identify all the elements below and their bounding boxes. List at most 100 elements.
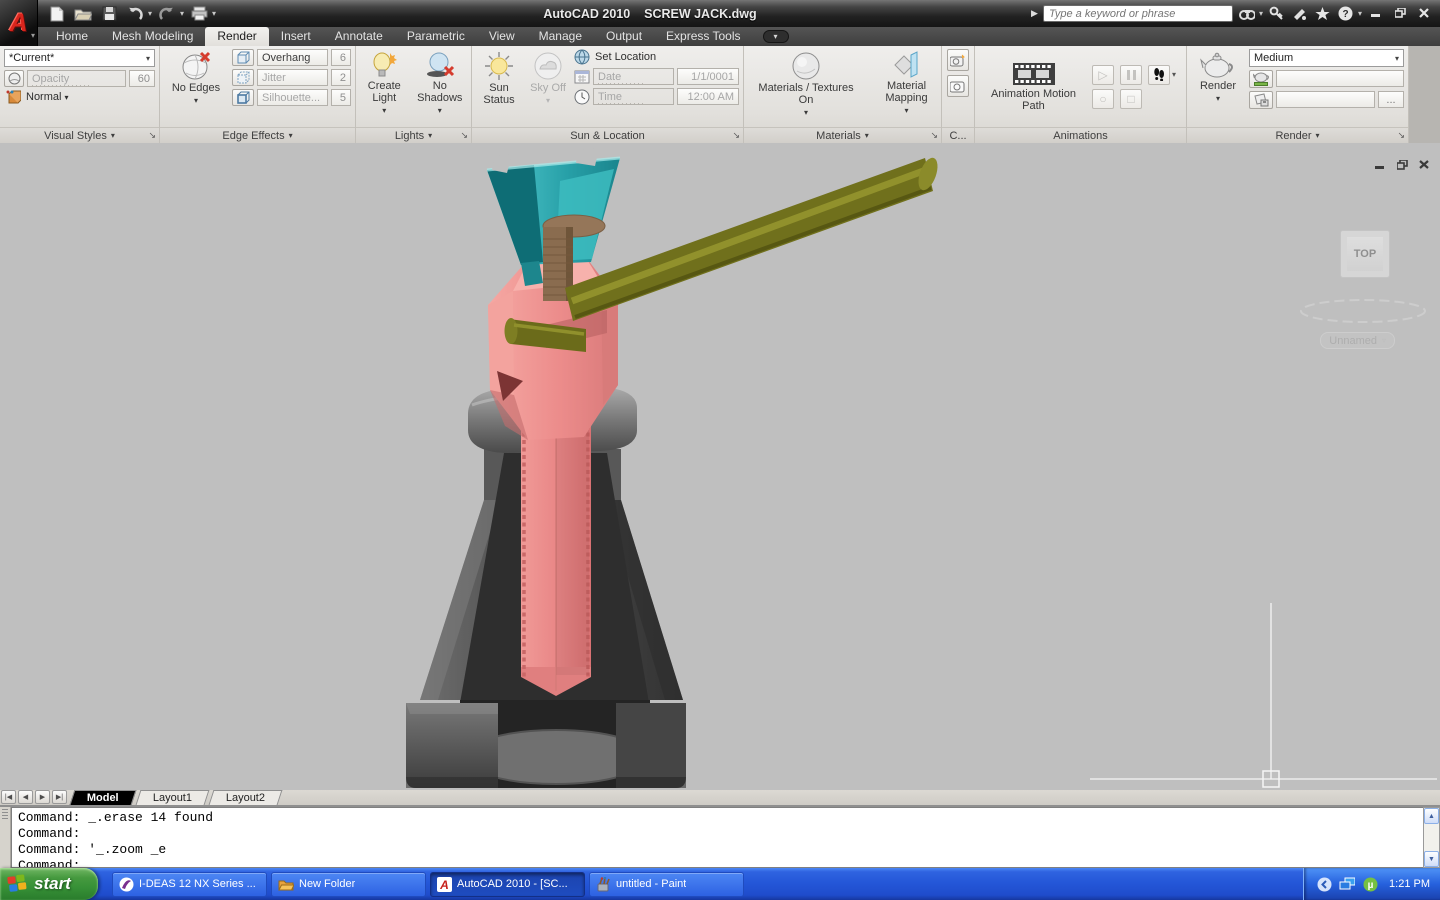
pause-animation-button[interactable]: [1120, 64, 1142, 85]
drawing-restore-button[interactable]: [1394, 158, 1410, 171]
next-tab-button[interactable]: ▶: [35, 790, 50, 804]
tab-model[interactable]: Model: [69, 790, 137, 805]
favorites-star-icon[interactable]: [1314, 5, 1332, 23]
panel-footer-sun-location[interactable]: Sun & Location ↘: [472, 127, 743, 143]
scroll-down-button[interactable]: ▼: [1424, 851, 1439, 867]
qat-customize-caret[interactable]: ▾: [212, 9, 216, 18]
task-ideas[interactable]: I-DEAS 12 NX Series ...: [112, 871, 267, 897]
close-button[interactable]: [1414, 5, 1434, 20]
search-input[interactable]: [1042, 5, 1233, 22]
utorrent-icon[interactable]: µ: [1362, 876, 1378, 892]
drawing-canvas[interactable]: TOP Unnamed ▿: [0, 143, 1440, 790]
browse-output-button[interactable]: ...: [1378, 91, 1404, 108]
prev-tab-button[interactable]: ◀: [18, 790, 33, 804]
silhouette-edge-button[interactable]: [232, 89, 254, 106]
walk-fly-button[interactable]: [1148, 64, 1170, 85]
tab-view[interactable]: View: [477, 27, 527, 46]
undo-button[interactable]: [124, 3, 146, 24]
panel-footer-lights[interactable]: Lights ▾ ↘: [356, 127, 471, 143]
sky-off-button[interactable]: Sky Off ▾: [526, 49, 570, 124]
materials-textures-button[interactable]: Materials / Textures On ▾: [748, 49, 864, 124]
help-icon[interactable]: ?: [1337, 5, 1355, 23]
time-slider[interactable]: Time: [593, 88, 674, 105]
tab-layout1[interactable]: Layout1: [135, 790, 210, 805]
opacity-slider[interactable]: Opacity: [27, 70, 126, 87]
search-options-caret[interactable]: ▾: [1259, 9, 1263, 18]
task-paint[interactable]: untitled - Paint: [589, 871, 744, 897]
drawing-close-button[interactable]: [1416, 158, 1432, 171]
last-tab-button[interactable]: ▶|: [52, 790, 67, 804]
tab-annotate[interactable]: Annotate: [323, 27, 395, 46]
application-menu-button[interactable]: A ▾: [0, 0, 38, 46]
render-button[interactable]: Render ▾: [1191, 49, 1245, 124]
named-view-dropdown[interactable]: Unnamed ▿: [1320, 332, 1395, 349]
no-edges-button[interactable]: No Edges ▾: [164, 49, 228, 124]
tab-mesh-modeling[interactable]: Mesh Modeling: [100, 27, 205, 46]
tab-home[interactable]: Home: [44, 27, 100, 46]
dialog-launcher-icon[interactable]: ↘: [1397, 130, 1405, 141]
jitter-edge-button[interactable]: [232, 69, 254, 86]
ribbon-state-button[interactable]: ▾: [762, 30, 789, 43]
undo-dropdown-caret[interactable]: ▾: [148, 9, 152, 18]
create-light-button[interactable]: Create Light ▾: [360, 49, 409, 124]
viewcube[interactable]: TOP: [1340, 230, 1390, 278]
search-binoculars-icon[interactable]: [1238, 5, 1256, 23]
animation-motion-path-button[interactable]: Animation Motion Path: [979, 59, 1088, 114]
set-location-button[interactable]: Set Location: [574, 49, 739, 65]
create-camera-button[interactable]: [947, 49, 969, 71]
panel-footer-animations[interactable]: Animations: [975, 127, 1186, 143]
start-button[interactable]: start: [0, 868, 98, 900]
render-preset-dropdown[interactable]: Medium ▾: [1249, 49, 1404, 67]
new-file-button[interactable]: [46, 3, 68, 24]
tab-render[interactable]: Render: [205, 27, 269, 46]
drawing-minimize-button[interactable]: [1372, 158, 1388, 171]
dialog-launcher-icon[interactable]: ↘: [148, 130, 156, 141]
save-button[interactable]: [98, 3, 120, 24]
minimize-button[interactable]: [1366, 5, 1386, 20]
redo-button[interactable]: [156, 3, 178, 24]
overhang-edge-button[interactable]: [232, 49, 254, 66]
command-scrollbar[interactable]: ▲ ▼: [1423, 807, 1440, 868]
overhang-field[interactable]: Overhang: [257, 49, 328, 66]
search-flyout-arrow-icon[interactable]: ▶: [1031, 8, 1038, 19]
dialog-launcher-icon[interactable]: ↘: [732, 130, 740, 141]
redo-dropdown-caret[interactable]: ▾: [180, 9, 184, 18]
hide-icons-chevron[interactable]: [1316, 876, 1332, 892]
task-new-folder[interactable]: New Folder: [271, 871, 426, 897]
tab-parametric[interactable]: Parametric: [395, 27, 477, 46]
stop-animation-button[interactable]: □: [1120, 88, 1142, 109]
command-history[interactable]: Command: _.erase 14 found Command: Comma…: [11, 807, 1423, 868]
save-rendering-button[interactable]: [1249, 91, 1273, 109]
tab-manage[interactable]: Manage: [527, 27, 594, 46]
play-animation-button[interactable]: ▷: [1092, 64, 1114, 85]
task-autocad[interactable]: A AutoCAD 2010 - [SC...: [430, 871, 585, 897]
tab-insert[interactable]: Insert: [269, 27, 323, 46]
tab-output[interactable]: Output: [594, 27, 654, 46]
panel-footer-render[interactable]: Render ▾ ↘: [1187, 127, 1408, 143]
record-animation-button[interactable]: ○: [1092, 88, 1114, 109]
tab-layout2[interactable]: Layout2: [208, 790, 283, 805]
network-icon[interactable]: [1339, 876, 1356, 892]
camera-display-button[interactable]: [947, 75, 969, 97]
no-shadows-button[interactable]: No Shadows ▾: [413, 49, 467, 124]
dialog-launcher-icon[interactable]: ↘: [460, 130, 468, 141]
command-window-grip[interactable]: [0, 807, 11, 868]
panel-footer-cameras[interactable]: C...: [942, 127, 974, 143]
sun-status-button[interactable]: Sun Status: [476, 49, 522, 124]
open-file-button[interactable]: [72, 3, 94, 24]
help-options-caret[interactable]: ▾: [1358, 9, 1362, 18]
scroll-up-button[interactable]: ▲: [1424, 808, 1439, 824]
plot-button[interactable]: [188, 3, 210, 24]
panel-footer-visual-styles[interactable]: Visual Styles ▾ ↘: [0, 127, 159, 143]
first-tab-button[interactable]: |◀: [1, 790, 16, 804]
tab-express-tools[interactable]: Express Tools: [654, 27, 752, 46]
panel-footer-edge-effects[interactable]: Edge Effects ▾: [160, 127, 355, 143]
date-slider[interactable]: Date: [593, 68, 674, 85]
restore-button[interactable]: [1390, 5, 1410, 20]
communication-center-icon[interactable]: [1291, 5, 1309, 23]
subscription-key-icon[interactable]: [1268, 5, 1286, 23]
panel-footer-materials[interactable]: Materials ▾ ↘: [744, 127, 941, 143]
face-mode-dropdown[interactable]: Normal ▾: [26, 91, 69, 103]
dialog-launcher-icon[interactable]: ↘: [930, 130, 938, 141]
material-mapping-button[interactable]: Material Mapping ▾: [876, 49, 937, 124]
